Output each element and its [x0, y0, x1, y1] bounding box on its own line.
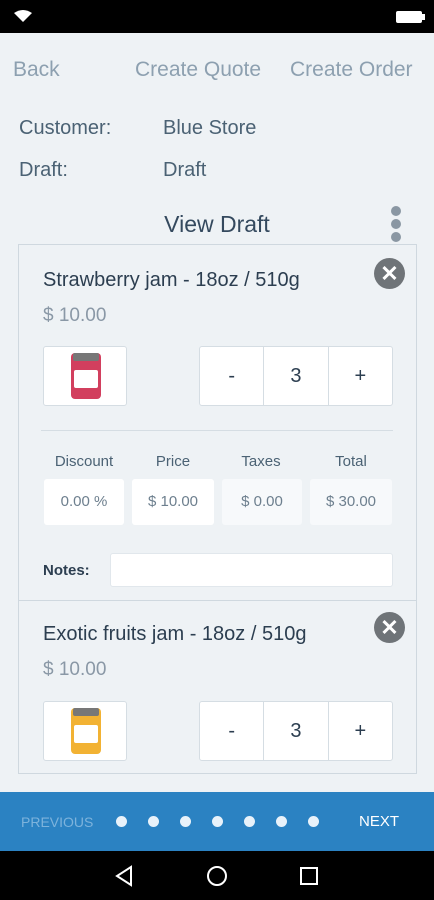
back-triangle-icon[interactable] — [113, 865, 135, 887]
draft-value: Draft — [163, 159, 207, 181]
remove-item-close-icon[interactable]: ✕ — [374, 612, 405, 643]
increase-button[interactable]: + — [329, 702, 392, 760]
jar-icon — [71, 353, 101, 399]
page-dot[interactable] — [244, 816, 255, 827]
system-navigation-bar — [0, 851, 434, 900]
quantity-stepper: - 3 + — [199, 346, 393, 406]
next-button[interactable]: NEXT — [359, 813, 399, 830]
total-value: $ 30.00 — [310, 479, 392, 525]
recents-square-icon[interactable] — [299, 866, 319, 886]
draft-items-list: Strawberry jam - 18oz / 510g ✕ $ 10.00 -… — [18, 244, 417, 774]
list-item: Strawberry jam - 18oz / 510g ✕ $ 10.00 -… — [19, 245, 416, 600]
item-title: Exotic fruits jam - 18oz / 510g — [43, 623, 307, 645]
price-header: Price — [155, 453, 191, 470]
notes-label: Notes: — [43, 562, 90, 579]
discount-header: Discount — [54, 453, 114, 470]
discount-field[interactable]: 0.00 % — [44, 479, 124, 525]
pager-bar: PREVIOUS NEXT — [0, 792, 434, 851]
previous-button[interactable]: PREVIOUS — [21, 814, 93, 830]
top-navigation: Back Create Quote Create Order — [0, 58, 434, 88]
item-price: $ 10.00 — [43, 659, 107, 680]
page-dot[interactable] — [276, 816, 287, 827]
decrease-button[interactable]: - — [200, 702, 263, 760]
strawberry-jam-image — [43, 346, 127, 406]
view-draft-heading: View Draft — [164, 211, 270, 237]
remove-item-close-icon[interactable]: ✕ — [374, 258, 405, 289]
price-field[interactable]: $ 10.00 — [132, 479, 214, 525]
home-circle-icon[interactable] — [206, 865, 228, 887]
page-dot[interactable] — [148, 816, 159, 827]
list-item: Exotic fruits jam - 18oz / 510g ✕ $ 10.0… — [19, 601, 416, 773]
back-button[interactable]: Back — [13, 58, 60, 82]
page-dot[interactable] — [212, 816, 223, 827]
item-price: $ 10.00 — [43, 305, 107, 326]
taxes-header: Taxes — [241, 453, 281, 470]
page-dot[interactable] — [116, 816, 127, 827]
quantity-value[interactable]: 3 — [263, 702, 329, 760]
page-dot[interactable] — [308, 816, 319, 827]
item-title: Strawberry jam - 18oz / 510g — [43, 269, 300, 291]
decrease-button[interactable]: - — [200, 347, 263, 405]
quantity-value[interactable]: 3 — [263, 347, 329, 405]
total-header: Total — [335, 453, 367, 470]
taxes-value: $ 0.00 — [222, 479, 302, 525]
customer-value: Blue Store — [163, 117, 257, 139]
customer-label: Customer: — [19, 117, 112, 139]
battery-icon — [396, 11, 425, 23]
divider — [41, 430, 393, 431]
more-options-icon[interactable] — [391, 206, 401, 244]
jar-icon — [71, 708, 101, 754]
notes-input[interactable] — [110, 553, 393, 587]
increase-button[interactable]: + — [329, 347, 392, 405]
create-order-button[interactable]: Create Order — [290, 58, 413, 82]
wifi-icon — [14, 10, 32, 22]
quantity-stepper: - 3 + — [199, 701, 393, 761]
status-bar — [0, 0, 434, 33]
create-quote-button[interactable]: Create Quote — [135, 58, 261, 82]
exotic-jam-image — [43, 701, 127, 761]
page-dot[interactable] — [180, 816, 191, 827]
draft-label: Draft: — [19, 159, 68, 181]
